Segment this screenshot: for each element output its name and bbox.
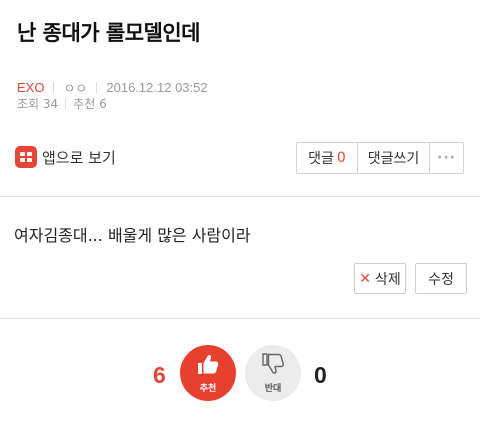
upvote-button[interactable]: 추천 — [180, 345, 236, 401]
post-datetime: 2016.12.12 03:52 — [106, 80, 208, 95]
meta-divider — [96, 82, 98, 93]
post-body: 여자김종대... 배울게 많은 사람이라 — [14, 226, 251, 245]
comments-button[interactable]: 댓글 0 — [297, 143, 357, 173]
section-divider — [0, 196, 480, 197]
more-icon: ··· — [437, 150, 456, 166]
delete-label: 삭제 — [374, 271, 401, 288]
thumbs-down-icon — [260, 352, 286, 380]
close-icon: ✕ — [359, 270, 371, 287]
post-meta-stats: 조회 34 추천 6 — [17, 95, 107, 112]
category-link[interactable]: EXO — [17, 80, 44, 95]
downvote-label: 반대 — [264, 384, 282, 394]
more-options-button[interactable]: ··· — [429, 143, 463, 173]
upvote-count: 6 — [153, 362, 166, 388]
post-title: 난 종대가 롤모델인데 — [17, 21, 201, 45]
comment-toolbar: 댓글 0 댓글쓰기 ··· — [296, 142, 464, 174]
meta-divider — [65, 98, 67, 109]
open-in-app-button[interactable]: 앱으로 보기 — [15, 146, 116, 168]
downvote-button[interactable]: 반대 — [245, 345, 301, 401]
comments-count: 0 — [336, 150, 346, 166]
open-in-app-label: 앱으로 보기 — [42, 148, 116, 167]
comments-label: 댓글 — [308, 151, 334, 167]
edit-button[interactable]: 수정 — [415, 263, 467, 294]
app-icon — [15, 146, 37, 168]
downvote-count: 0 — [314, 362, 327, 388]
meta-divider — [53, 82, 55, 93]
delete-button[interactable]: ✕ 삭제 — [354, 263, 406, 294]
view-count: 조회 34 — [17, 97, 59, 111]
section-divider — [0, 318, 480, 319]
write-comment-button[interactable]: 댓글쓰기 — [357, 143, 429, 173]
upvote-label: 추천 — [199, 384, 217, 394]
thumbs-up-icon — [195, 352, 221, 380]
recommend-count: 추천 6 — [73, 97, 107, 111]
